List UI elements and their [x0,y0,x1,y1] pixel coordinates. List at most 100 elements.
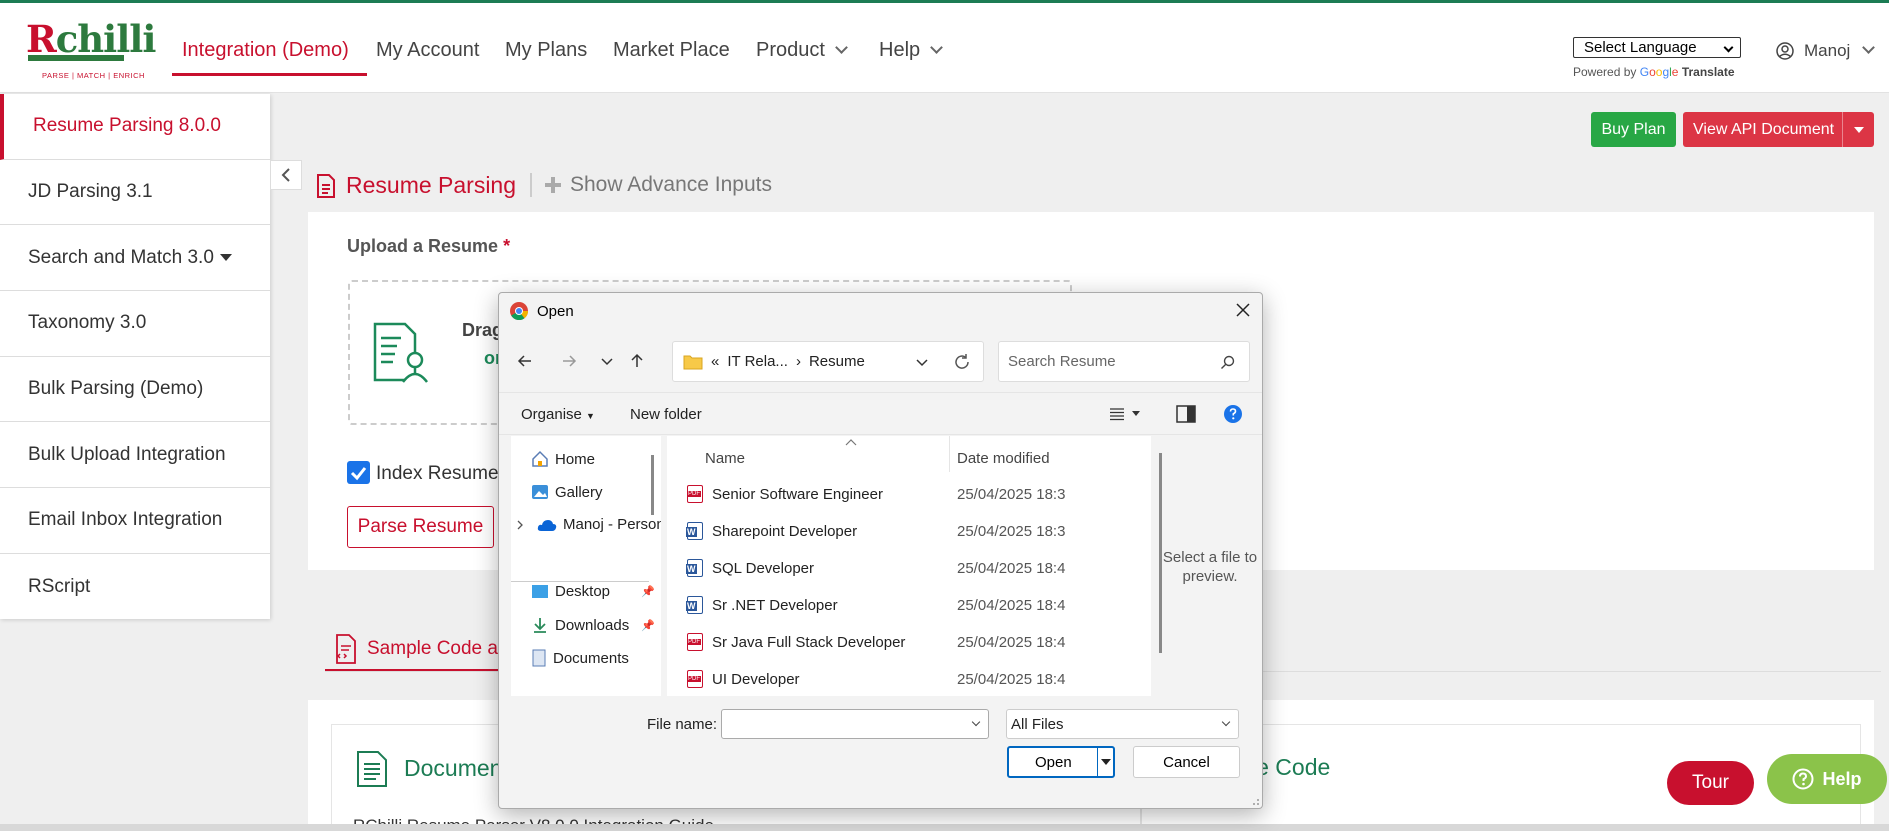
file-name: Sr Java Full Stack Developer [712,633,906,651]
help-icon[interactable] [1223,404,1243,424]
dialog-footer: File name: All Files Open Cancel [499,696,1262,808]
parse-resume-button[interactable]: Parse Resume [347,506,494,548]
preview-pane-icon[interactable] [1176,405,1196,423]
nav-market-place[interactable]: Market Place [613,39,730,62]
organise-menu[interactable]: Organise ▼ [521,406,595,423]
new-folder-button[interactable]: New folder [630,406,702,423]
sidebar-item-search-and-match[interactable]: Search and Match 3.0 [0,225,270,292]
pdf-file-icon [687,485,703,503]
sidebar-item-jd-parsing[interactable]: JD Parsing 3.1 [0,160,270,226]
nav-pane-documents[interactable]: Documents [531,649,629,667]
cancel-button[interactable]: Cancel [1133,746,1240,778]
sidebar-item-resume-parsing[interactable]: Resume Parsing 8.0.0 [0,94,270,160]
column-divider[interactable] [949,436,950,472]
chevron-down-icon[interactable] [971,717,981,727]
open-dropdown-toggle[interactable] [1097,748,1111,776]
buy-plan-button[interactable]: Buy Plan [1591,112,1676,147]
nav-pane-gallery[interactable]: Gallery [531,483,603,501]
nav-pane-desktop[interactable]: Desktop 📌 [531,583,655,600]
google-logo: Google [1639,65,1679,79]
nav-pane-downloads[interactable]: Downloads 📌 [531,616,655,634]
view-options-chevron-icon[interactable] [1131,410,1141,418]
plus-icon [545,177,561,193]
show-advance-inputs-link[interactable]: Show Advance Inputs [530,173,772,197]
forward-arrow-icon[interactable] [559,351,579,371]
user-menu[interactable]: Manoj [1776,40,1876,61]
nav-help[interactable]: Help [879,39,944,62]
file-name-input[interactable] [721,709,989,739]
caret-down-icon [219,254,232,262]
chevron-down-icon [930,41,944,54]
dropdown-toggle[interactable] [1842,112,1874,147]
file-row[interactable]: SQL Developer 25/04/2025 18:4 [686,553,1127,583]
tab-label: Sample Code a [367,637,498,659]
folder-icon [683,355,703,369]
file-row[interactable]: Sr Java Full Stack Developer 25/04/2025 … [687,627,1127,657]
powered-by-label: Powered by [1573,65,1637,79]
rchilli-logo[interactable]: Rchilli PARSE | MATCH | ENRICH [16,17,156,83]
file-date: 25/04/2025 18:4 [957,633,1066,651]
nav-product[interactable]: Product [756,39,848,62]
sidebar-item-email-inbox[interactable]: Email Inbox Integration [0,488,270,554]
nav-active-underline [172,73,367,76]
index-resume-checkbox[interactable] [347,461,370,484]
pdf-file-icon [687,670,703,688]
home-icon [532,450,548,467]
back-arrow-icon[interactable] [515,351,535,371]
chevron-down-icon[interactable] [915,356,929,370]
close-icon[interactable] [1234,301,1252,319]
user-name: Manoj [1804,41,1851,60]
search-placeholder: Search Resume [1008,353,1116,370]
nav-pane-home[interactable]: Home [531,450,595,468]
dialog-titlebar[interactable]: Open [499,293,1262,329]
nav-pane-label: Home [555,450,596,468]
documentation-icon [357,751,387,787]
open-button[interactable]: Open [1007,746,1115,778]
sidebar-item-taxonomy[interactable]: Taxonomy 3.0 [0,291,270,357]
address-bar[interactable]: « IT Rela... › Resume [672,341,984,382]
view-list-icon[interactable] [1109,406,1125,422]
pin-icon[interactable]: 📌 [641,619,655,632]
translate-label: Translate [1681,65,1735,79]
column-header-name[interactable]: Name [705,450,745,467]
file-row[interactable]: Senior Software Engineer 25/04/2025 18:3 [687,479,1127,509]
powered-by-google-translate[interactable]: Powered by Google Translate [1573,65,1735,79]
index-resume-label: Index Resume [376,463,499,484]
resize-grip-icon[interactable] [1250,796,1260,806]
file-date: 25/04/2025 18:3 [957,522,1066,540]
nav-pane-scrollbar[interactable] [651,455,654,515]
nav-pane-label: Gallery [555,483,603,501]
chevron-left-icon [281,168,290,182]
sidebar-item-bulk-parsing[interactable]: Bulk Parsing (Demo) [0,357,270,423]
breadcrumb-resume[interactable]: Resume [809,353,865,370]
file-type-select[interactable]: All Files [1006,709,1239,739]
language-select[interactable]: Select Language [1573,37,1741,58]
breadcrumb-it-related[interactable]: IT Rela... [727,353,788,370]
column-header-date-modified[interactable]: Date modified [957,450,1050,467]
dialog-toolbar: Organise ▼ New folder [499,392,1262,435]
file-name: Sharepoint Developer [712,522,858,540]
search-field[interactable]: Search Resume [998,341,1250,382]
sidebar-item-rscript[interactable]: RScript [0,554,270,620]
up-arrow-icon[interactable] [627,351,647,371]
nav-pane-onedrive[interactable]: Manoj - Persona [515,516,661,533]
view-api-document-button[interactable]: View API Document [1683,112,1874,147]
tab-sample-code[interactable]: Sample Code a [325,628,515,672]
file-row[interactable]: UI Developer 25/04/2025 18:4 [687,664,1127,694]
sidebar-item-bulk-upload[interactable]: Bulk Upload Integration [0,422,270,489]
sidebar-collapse-button[interactable] [270,160,302,190]
chevron-right-icon[interactable] [515,520,525,530]
tour-button[interactable]: Tour [1667,761,1754,805]
pin-icon[interactable]: 📌 [641,585,655,598]
open-label: Open [1035,753,1072,771]
recent-locations-chevron-icon[interactable] [597,351,617,371]
file-row[interactable]: Sharepoint Developer 25/04/2025 18:3 [686,516,1127,546]
file-row[interactable]: Sr .NET Developer 25/04/2025 18:4 [686,590,1127,620]
refresh-icon[interactable] [953,353,971,371]
nav-integration-demo[interactable]: Integration (Demo) [182,39,349,62]
help-button[interactable]: Help [1767,754,1887,804]
user-circle-icon [1776,42,1794,60]
upload-resume-label: Upload a Resume * [347,236,511,256]
nav-my-plans[interactable]: My Plans [505,39,587,62]
nav-my-account[interactable]: My Account [376,39,479,62]
